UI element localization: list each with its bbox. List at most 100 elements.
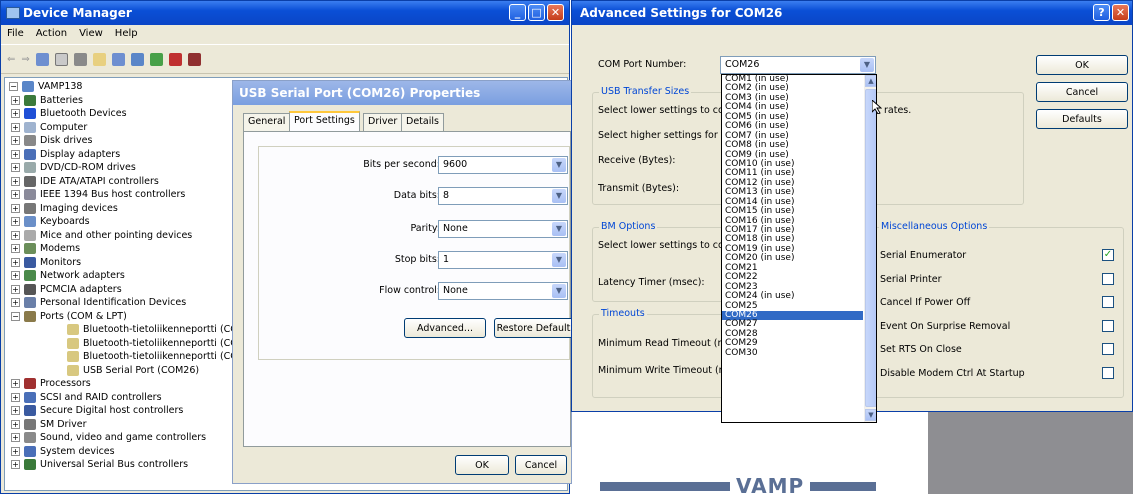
tree-node[interactable]: + PCMCIA adapters [11,283,122,296]
expand-icon[interactable]: + [11,284,20,294]
adv-defaults-button[interactable]: Defaults [1036,109,1128,129]
collapse-icon[interactable]: − [9,82,18,91]
adv-ok-button[interactable]: OK [1036,55,1128,75]
tree-node[interactable]: + Computer [11,121,87,134]
tree-node[interactable]: + System devices [11,445,115,458]
misc-option-checkbox[interactable] [1102,272,1114,285]
minimize-button[interactable]: _ [509,4,526,21]
tree-node[interactable]: + Network adapters [11,269,125,282]
tree-node[interactable]: + Bluetooth Devices [11,107,127,120]
uninstall-icon[interactable] [168,52,182,66]
expand-icon[interactable]: + [11,230,20,240]
parity-select[interactable]: None ▼ [438,220,568,238]
computer-icon[interactable] [130,52,144,66]
expand-icon[interactable]: + [11,217,20,226]
tab-port-settings[interactable]: Port Settings [289,111,360,132]
tree-node[interactable]: + Personal Identification Devices [11,296,186,309]
forward-icon[interactable]: ⇒ [21,54,29,65]
menu-action[interactable]: Action [36,28,67,40]
expand-icon[interactable]: + [11,244,20,253]
properties-titlebar[interactable]: USB Serial Port (COM26) Properties [233,81,571,105]
tree-node[interactable]: + IDE ATA/ATAPI controllers [11,175,159,188]
tree-node[interactable]: + IEEE 1394 Bus host controllers [11,188,185,201]
properties-icon[interactable] [54,52,68,66]
details-icon[interactable] [111,52,125,66]
expand-icon[interactable]: + [11,203,20,213]
tree-node[interactable]: + Monitors [11,256,81,269]
expand-icon[interactable]: + [11,257,20,267]
expand-icon[interactable]: + [11,176,20,186]
tree-node[interactable]: + Imaging devices [11,202,118,215]
com-port-select[interactable]: COM26 ▼ [720,56,876,74]
data-bits-select[interactable]: 8 ▼ [438,187,568,205]
tree-node[interactable]: Bluetooth-tietoliikenneportti (COM6) [67,337,256,350]
disable-icon[interactable] [187,52,201,66]
expand-icon[interactable]: + [11,122,20,132]
expand-icon[interactable]: + [11,406,20,415]
tree-node[interactable]: + SCSI and RAID controllers [11,391,162,404]
restore-defaults-button[interactable]: Restore Defaults [494,318,578,338]
tab-general[interactable]: General [243,113,291,131]
expand-icon[interactable]: + [11,460,20,469]
expand-icon[interactable]: + [11,446,20,456]
tree-node[interactable]: Bluetooth-tietoliikenneportti (COM9) [67,350,256,363]
com-port-dropdown[interactable]: COM1 (in use) COM2 (in use) COM3 (in use) C… [721,74,877,423]
expand-icon[interactable]: + [11,379,20,388]
cancel-button[interactable]: Cancel [515,455,567,475]
expand-icon[interactable]: + [11,149,20,159]
scroll-thumb[interactable] [865,89,876,407]
com-port-option[interactable]: COM30 [722,348,863,358]
menu-view[interactable]: View [79,28,103,40]
misc-option-checkbox[interactable]: ✓ [1102,249,1114,261]
tab-details[interactable]: Details [401,113,444,131]
expand-icon[interactable]: + [11,271,20,280]
view-icon[interactable] [35,52,49,66]
tab-driver[interactable]: Driver [363,113,403,131]
misc-option-checkbox[interactable] [1102,319,1114,332]
tree-node[interactable]: + Secure Digital host controllers [11,404,183,417]
tree-node[interactable]: USB Serial Port (COM26) [67,364,199,377]
misc-option-checkbox[interactable] [1102,296,1114,308]
expand-icon[interactable]: + [11,95,20,105]
dropdown-scrollbar[interactable]: ▲ ▼ [864,75,876,422]
close-button[interactable]: ✕ [547,4,564,21]
expand-icon[interactable]: + [11,163,20,172]
tree-node[interactable]: + Mice and other pointing devices [11,229,192,242]
menu-file[interactable]: File [7,28,24,40]
tree-node[interactable]: + SM Driver [11,418,86,431]
expand-icon[interactable]: + [11,433,20,442]
tree-node[interactable]: + Sound, video and game controllers [11,431,206,444]
back-icon[interactable]: ⇐ [7,54,15,65]
help-icon[interactable] [92,52,106,66]
scan-hardware-icon[interactable] [149,52,163,66]
expand-icon[interactable]: + [11,136,20,145]
expand-icon[interactable]: + [11,109,20,118]
misc-option-checkbox[interactable] [1102,366,1114,379]
close-button[interactable]: ✕ [1112,4,1129,21]
advanced-titlebar[interactable]: Advanced Settings for COM26 ? ✕ [572,1,1132,25]
tree-node[interactable]: + Keyboards [11,215,90,228]
expand-icon[interactable]: + [11,419,20,429]
flow-control-select[interactable]: None ▼ [438,282,568,300]
expand-icon[interactable]: + [11,298,20,307]
tree-node[interactable]: + Batteries [11,94,83,107]
expand-icon[interactable]: + [11,190,20,199]
scroll-down-icon[interactable]: ▼ [865,409,876,421]
tree-node[interactable]: + Universal Serial Bus controllers [11,458,188,471]
tree-node[interactable]: Bluetooth-tietoliikenneportti (COM5) [67,323,256,336]
tree-node[interactable]: − Ports (COM & LPT) [11,310,127,323]
tree-node[interactable]: + Modems [11,242,80,255]
tree-node[interactable]: + Processors [11,377,91,390]
tree-node[interactable]: − VAMP138 [9,80,82,93]
misc-option-checkbox[interactable] [1102,343,1114,355]
stop-bits-select[interactable]: 1 ▼ [438,251,568,269]
advanced-button[interactable]: Advanced... [404,318,486,338]
bits-per-second-select[interactable]: 9600 ▼ [438,156,568,174]
collapse-icon[interactable]: − [11,311,20,321]
tree-node[interactable]: + DVD/CD-ROM drives [11,161,136,174]
help-button[interactable]: ? [1093,4,1110,21]
tree-node[interactable]: + Display adapters [11,148,120,161]
tree-node[interactable]: + Disk drives [11,134,92,147]
menu-help[interactable]: Help [115,28,138,40]
adv-cancel-button[interactable]: Cancel [1036,82,1128,102]
